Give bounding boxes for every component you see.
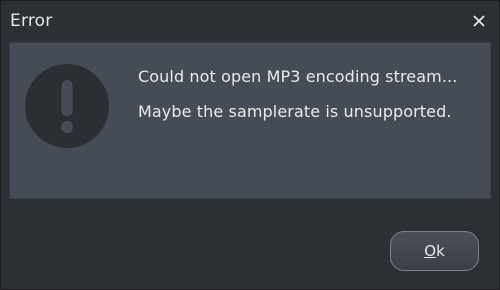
dialog-title: Error [10, 11, 53, 31]
ok-button[interactable]: Ok [390, 231, 479, 271]
error-message-line-1: Could not open MP3 encoding stream... [138, 67, 458, 86]
ok-button-mnemonic: O [424, 242, 437, 260]
error-dialog: Error Could not open MP3 encoding stream… [0, 0, 500, 290]
ok-button-label: k [436, 242, 445, 260]
close-icon[interactable] [471, 13, 487, 29]
error-message-line-2: Maybe the samplerate is unsupported. [138, 102, 452, 121]
exclamation-circle-icon [24, 63, 110, 149]
message-panel: Could not open MP3 encoding stream... Ma… [9, 42, 491, 199]
close-icon-glyph [473, 15, 485, 27]
dialog-titlebar: Error [1, 1, 499, 41]
